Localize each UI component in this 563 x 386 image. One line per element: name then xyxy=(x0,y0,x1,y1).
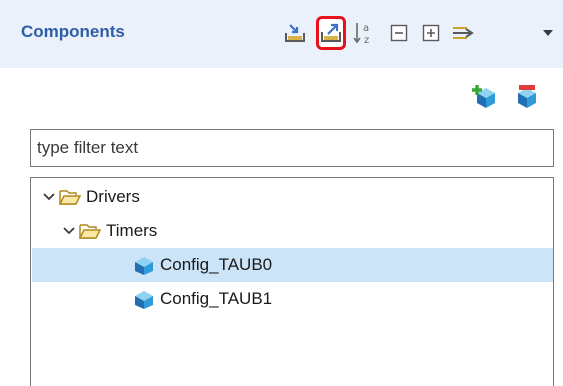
link-with-editor-button[interactable] xyxy=(448,16,478,50)
tree-item-timers[interactable]: Timers xyxy=(32,214,553,248)
view-menu-button[interactable] xyxy=(536,16,560,50)
tree-item-label: Config_TAUB1 xyxy=(160,289,273,308)
sort-button[interactable]: a z xyxy=(350,16,380,50)
view-title: Components xyxy=(21,22,125,41)
component-tree[interactable]: Drivers Timers Config_TAUB0 Config_TAUB1 xyxy=(30,177,554,386)
export-icon xyxy=(320,22,342,44)
export-button[interactable] xyxy=(316,16,346,50)
open-folder-icon xyxy=(78,220,102,242)
chevron-down-icon[interactable] xyxy=(40,188,58,206)
import-button[interactable] xyxy=(280,16,310,50)
expand-all-button[interactable] xyxy=(416,16,446,50)
remove-component-button[interactable] xyxy=(514,82,540,108)
view-menu-chevron-icon xyxy=(542,28,554,38)
open-folder-icon xyxy=(58,186,82,208)
tree-item-config-taub1[interactable]: Config_TAUB1 xyxy=(32,282,553,316)
expand-all-icon xyxy=(421,23,441,43)
import-icon xyxy=(283,22,307,44)
tree-item-label: Timers xyxy=(106,221,158,240)
chevron-down-icon[interactable] xyxy=(60,222,78,240)
sort-alphabetically-icon: a z xyxy=(352,20,378,46)
tree-item-label: Config_TAUB0 xyxy=(160,255,273,274)
add-component-icon xyxy=(470,85,496,112)
tree-item-drivers[interactable]: Drivers xyxy=(32,180,553,214)
filter-input[interactable] xyxy=(31,130,553,166)
remove-component-icon xyxy=(514,85,540,112)
svg-text:a: a xyxy=(363,23,369,34)
add-component-button[interactable] xyxy=(470,82,496,108)
components-view-header: Components a z xyxy=(0,0,563,68)
tree-item-config-taub0[interactable]: Config_TAUB0 xyxy=(32,248,553,282)
component-cube-icon xyxy=(132,254,156,276)
filter-box xyxy=(30,129,554,167)
collapse-all-icon xyxy=(389,23,409,43)
collapse-all-button[interactable] xyxy=(384,16,414,50)
link-with-editor-icon xyxy=(451,22,475,44)
component-cube-icon xyxy=(132,288,156,310)
tree-item-label: Drivers xyxy=(86,187,140,206)
svg-text:z: z xyxy=(364,35,369,46)
